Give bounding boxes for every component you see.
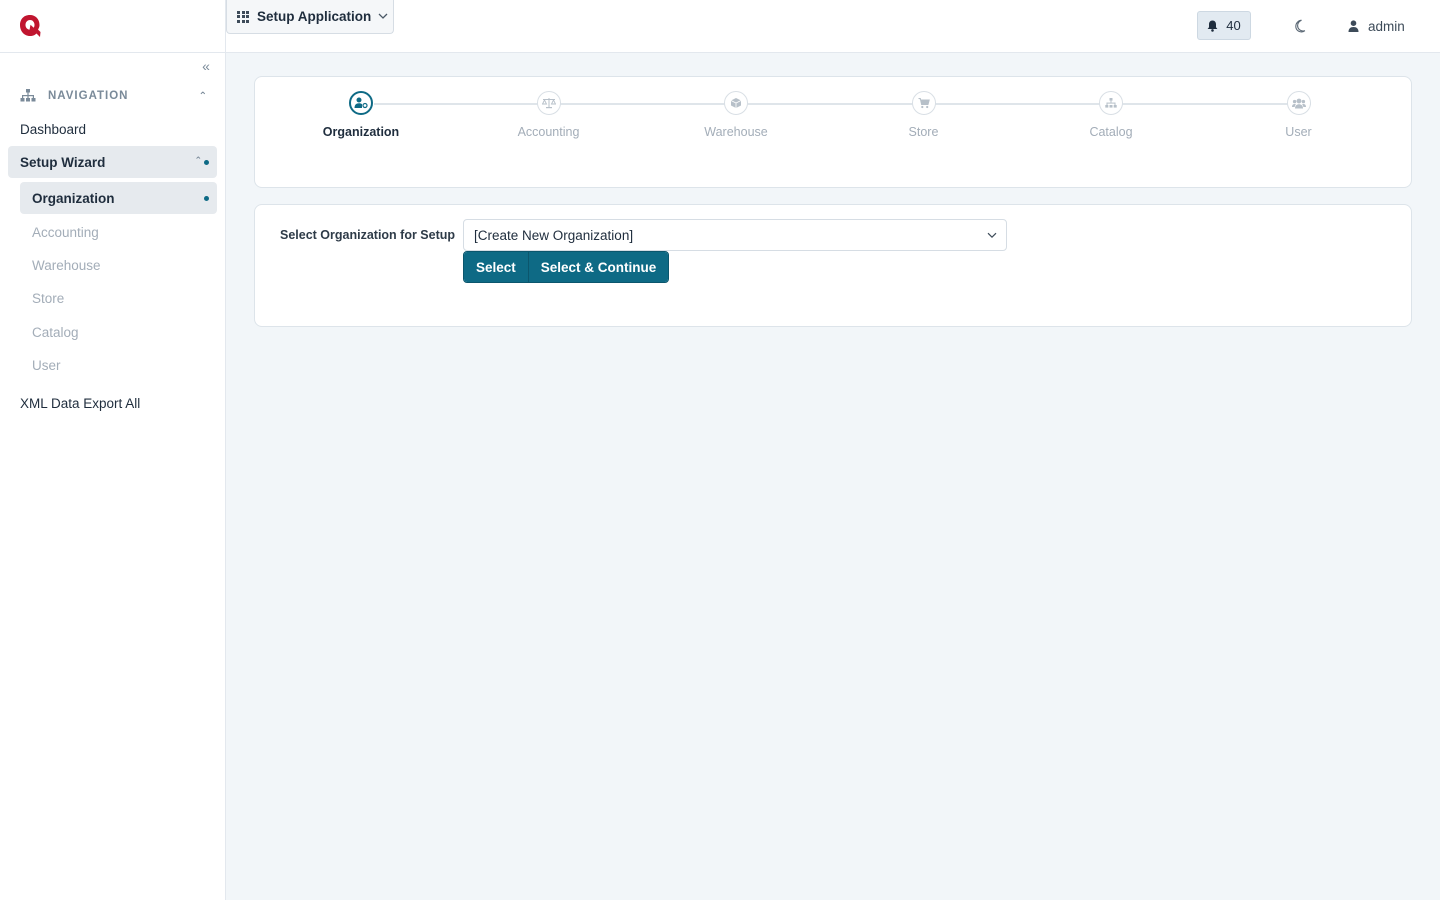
step-circle xyxy=(349,91,373,115)
chevron-down-icon xyxy=(378,11,388,22)
sitemap-icon xyxy=(1105,97,1117,108)
step-label: Warehouse xyxy=(704,125,768,139)
sitemap-icon xyxy=(20,89,36,102)
form-action-buttons: Select Select & Continue xyxy=(463,251,670,283)
sidebar-item-label: Catalog xyxy=(32,324,79,340)
box-icon xyxy=(730,98,742,108)
sidebar-item-label: User xyxy=(32,357,61,373)
app-switcher-button[interactable]: Setup Application xyxy=(226,0,394,34)
step-label: Accounting xyxy=(517,125,580,139)
step-label: User xyxy=(1285,125,1312,139)
step-accounting[interactable]: Accounting xyxy=(474,91,624,139)
sidebar-item-label: Organization xyxy=(32,190,115,206)
users-cog-icon xyxy=(354,97,368,109)
organization-form-card: Select Organization for Setup [Create Ne… xyxy=(254,204,1412,327)
sidebar-item-label: XML Data Export All xyxy=(20,395,141,411)
logo-bar xyxy=(0,0,225,53)
collapse-sidebar-icon[interactable]: « xyxy=(197,58,215,74)
step-circle xyxy=(1286,91,1311,115)
step-catalog[interactable]: Catalog xyxy=(1036,91,1186,139)
nav-section-header[interactable]: NAVIGATION ⌃ xyxy=(20,86,216,106)
users-icon xyxy=(1291,98,1306,108)
moon-icon xyxy=(1295,19,1306,33)
notifications-button[interactable]: 40 xyxy=(1197,11,1251,40)
user-name: admin xyxy=(1368,18,1405,34)
app-switcher-label: Setup Application xyxy=(257,9,372,24)
step-circle xyxy=(536,91,561,115)
active-indicator xyxy=(204,196,209,201)
sidebar-subitem-store[interactable]: Store xyxy=(20,282,217,314)
chevron-down-icon xyxy=(986,229,998,244)
organization-select[interactable]: [Create New Organization] xyxy=(463,219,1007,251)
organization-select-label: Select Organization for Setup xyxy=(280,228,456,242)
bell-icon xyxy=(1207,20,1218,32)
user-menu-button[interactable]: admin xyxy=(1348,14,1405,38)
app-logo[interactable] xyxy=(18,13,42,39)
step-warehouse[interactable]: Warehouse xyxy=(661,91,811,139)
sidebar-item-setup-wizard[interactable]: Setup Wizard ⌃ xyxy=(8,146,217,178)
step-organization[interactable]: Organization xyxy=(286,91,436,139)
sidebar-item-xml-export[interactable]: XML Data Export All xyxy=(8,387,217,419)
sidebar-subitem-catalog[interactable]: Catalog xyxy=(20,316,217,348)
step-circle xyxy=(911,91,936,115)
step-circle xyxy=(724,91,748,115)
active-indicator xyxy=(204,160,209,165)
sidebar-subitem-accounting[interactable]: Accounting xyxy=(20,216,217,248)
chevron-up-icon: ⌃ xyxy=(198,90,208,102)
sidebar-subitem-user[interactable]: User xyxy=(20,349,217,381)
step-circle xyxy=(1099,91,1123,115)
chevron-up-icon: ⌃ xyxy=(194,155,202,165)
notification-count: 40 xyxy=(1226,18,1241,33)
sidebar-item-label: Store xyxy=(32,290,65,306)
theme-toggle-button[interactable] xyxy=(1289,14,1313,38)
sidebar-item-label: Dashboard xyxy=(20,121,87,137)
user-icon xyxy=(1348,20,1359,32)
sidebar-subitem-organization[interactable]: Organization xyxy=(20,182,217,214)
sidebar-item-label: Warehouse xyxy=(32,257,101,273)
step-label: Organization xyxy=(322,125,400,139)
select-continue-button[interactable]: Select & Continue xyxy=(527,252,669,282)
select-button[interactable]: Select xyxy=(464,252,528,282)
sidebar: « NAVIGATION ⌃ Dashboard Setup Wizard ⌃ … xyxy=(0,0,226,900)
apps-grid-icon xyxy=(237,10,249,23)
organization-select-value: [Create New Organization] xyxy=(474,227,634,243)
sidebar-item-dashboard[interactable]: Dashboard xyxy=(8,113,217,145)
sidebar-item-label: Setup Wizard xyxy=(20,154,106,170)
step-store[interactable]: Store xyxy=(849,91,999,139)
sidebar-subitem-warehouse[interactable]: Warehouse xyxy=(20,249,217,281)
balance-scale-icon xyxy=(541,98,556,109)
topbar: Setup Application 40 admin xyxy=(226,0,1440,53)
step-label: Catalog xyxy=(1089,125,1133,139)
wizard-steps-card: Organization Accounting Warehouse Store … xyxy=(254,76,1412,188)
sidebar-item-label: Accounting xyxy=(32,224,99,240)
step-user[interactable]: User xyxy=(1224,91,1374,139)
cart-icon xyxy=(918,98,930,109)
step-label: Store xyxy=(908,125,939,139)
nav-section-title: NAVIGATION xyxy=(48,90,129,102)
